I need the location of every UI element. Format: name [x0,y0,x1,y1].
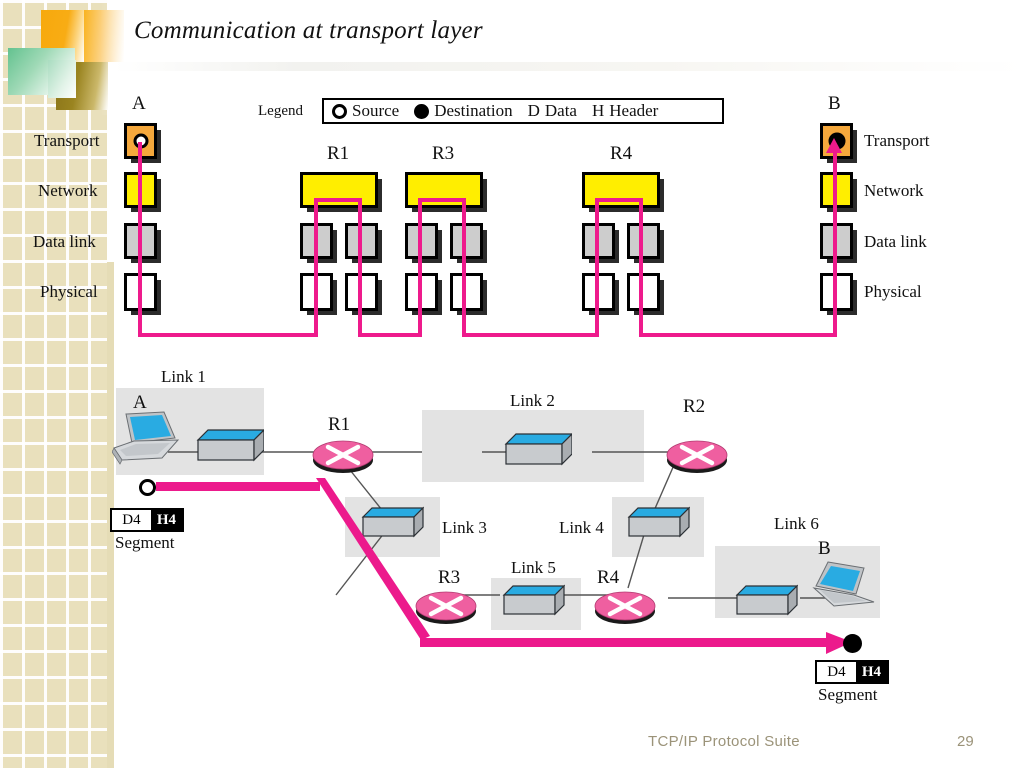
open-circle-icon [332,103,347,119]
legend-data-label: Data [544,101,577,120]
legend-destination-label: Destination [434,101,513,120]
switch-link2-icon [504,433,572,466]
stack-host-b-label: B [828,93,841,114]
legend-label: Legend [258,103,303,119]
path-arrow-up-icon [826,138,842,153]
path-segment-b-up [833,150,837,337]
layer-label-transport-right: Transport [864,131,930,150]
filled-circle-icon [414,103,430,119]
path-segment-r4-network [595,198,643,202]
path-segment-a-down [138,142,142,337]
path-segment-r1-right-down [358,198,362,337]
layer-label-physical-left: Physical [40,282,98,301]
source-segment-header: H4 [150,510,182,530]
path-bottom-horizontal-1 [156,482,320,491]
stack-r3-network-box [405,172,487,212]
header-divider [114,62,1024,71]
switch-link6-icon [735,584,798,616]
network-host-b-label: B [818,538,831,559]
path-segment-r1-network [314,198,362,202]
destination-segment-header: H4 [855,662,887,682]
router-r2-icon[interactable] [666,434,728,474]
router-r4-icon[interactable] [594,585,656,625]
stack-host-a-label: A [132,93,146,114]
stack-router-r3-label: R3 [432,143,455,164]
stack-r3-physical-box-right [450,273,487,315]
path-source-marker [139,479,156,496]
legend-item-header: H Header [592,101,658,121]
switch-link5-icon [502,584,565,616]
decorative-square-green-overlay [48,60,76,98]
page-title: Communication at transport layer [134,17,483,44]
destination-segment-data: D4 [827,663,846,680]
source-segment-data: D4 [122,511,141,528]
path-segment-r4-left-up [595,198,599,337]
stack-r4-network-box [582,172,664,212]
laptop-host-a-icon [112,411,180,465]
legend-item-destination: Destination [414,101,513,121]
path-segment-a-to-r1 [138,333,318,337]
source-segment-box: D4 H4 [110,508,184,532]
laptop-host-b-icon [812,561,875,607]
legend-data-letter: D [527,101,540,120]
path-segment-r3-to-r4 [462,333,599,337]
switch-link1-icon [196,429,264,462]
path-segment-r3-network [418,198,466,202]
path-segment-r1-to-r3 [358,333,422,337]
layer-label-physical-right: Physical [864,282,922,301]
destination-segment-caption: Segment [818,685,878,704]
decorative-grid-background [0,0,107,768]
legend-header-letter: H [591,101,605,120]
slide-canvas: Communication at transport layer Legend … [0,0,1024,768]
path-segment-r3-left-up [418,198,422,337]
footer-page-number: 29 [957,733,974,750]
layer-label-datalink-left: Data link [33,232,96,251]
stack-r3-datalink-box-right [450,223,487,263]
legend-header-label: Header [609,101,659,120]
layer-label-network-right: Network [864,181,924,200]
destination-segment-box: D4 H4 [815,660,889,684]
layer-label-transport-left: Transport [34,131,100,150]
path-bottom-horizontal-2 [420,638,835,647]
path-segment-r4-to-b [639,333,837,337]
footer-title: TCP/IP Protocol Suite [648,733,800,750]
path-bottom-diagonal [316,478,430,640]
path-segment-r1-left-up [314,198,318,337]
layer-label-network-left: Network [38,181,98,200]
stack-r4-physical-box-right [627,273,664,315]
switch-link4-icon [627,506,690,538]
stack-router-r4-label: R4 [610,143,633,164]
path-destination-marker [843,634,862,653]
stack-router-r1-label: R1 [327,143,350,164]
topology-connector-lines [168,451,825,599]
router-r1-icon[interactable] [312,434,374,474]
legend-source-label: Source [352,101,400,120]
legend-box: Source Destination D Data H Header [322,98,724,124]
legend-item-data: D Data [528,101,577,121]
stack-r1-network-box [300,172,382,212]
legend-item-source: Source [332,101,399,121]
path-segment-r4-right-down [639,198,643,337]
path-segment-r3-right-down [462,198,466,337]
network-router-r2-label: R2 [683,396,706,417]
stack-r4-datalink-box-right [627,223,664,263]
layer-label-datalink-right: Data link [864,232,927,251]
network-router-r1-label: R1 [328,414,351,435]
source-segment-caption: Segment [115,533,175,552]
